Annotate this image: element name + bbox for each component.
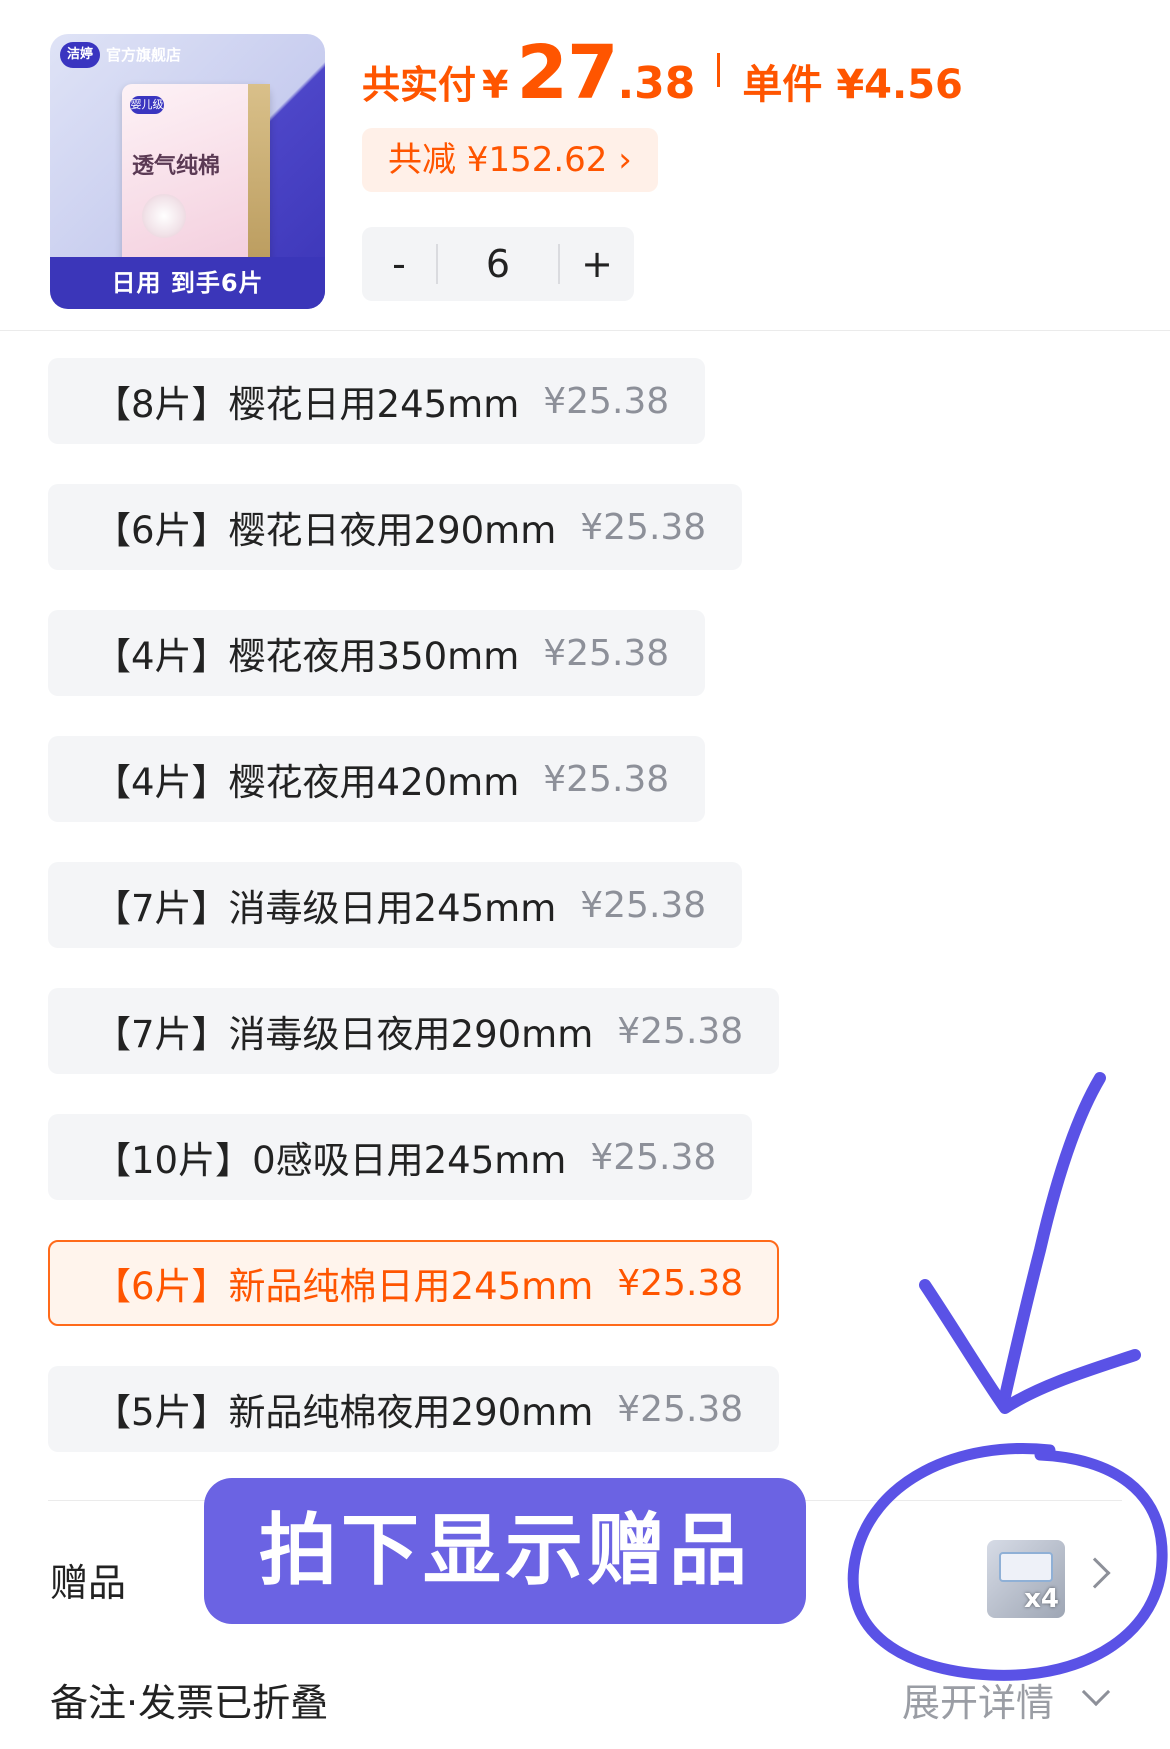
- gift-label: 赠品: [50, 1561, 127, 1605]
- spec-option-name: 【7片】消毒级日夜用290mm: [94, 1013, 594, 1056]
- spec-option[interactable]: 【5片】新品纯棉夜用290mm ¥25.38: [48, 1366, 780, 1452]
- spec-option-name: 【6片】樱花日夜用290mm: [94, 509, 557, 552]
- price-divider: [717, 53, 721, 87]
- quantity-value[interactable]: 6: [438, 242, 558, 286]
- package-badge: 婴儿级: [130, 96, 164, 114]
- spec-option[interactable]: 【4片】樱花夜用420mm ¥25.38: [48, 736, 706, 822]
- spec-option[interactable]: 【8片】樱花日用245mm ¥25.38: [48, 358, 706, 444]
- gift-package-image: [999, 1552, 1053, 1582]
- annotation-arrow-head: [919, 1279, 1141, 1414]
- chevron-down-icon[interactable]: [1081, 1677, 1111, 1707]
- spec-option-price: ¥25.38: [617, 1388, 744, 1430]
- spec-option-name: 【4片】樱花夜用420mm: [94, 761, 520, 804]
- spec-option-price: ¥25.38: [617, 1262, 744, 1304]
- spec-option-price: ¥25.38: [580, 506, 707, 548]
- product-thumbnail[interactable]: 洁婷 官方旗舰店 婴儿级 透气纯棉 日用 到手6片: [50, 34, 325, 309]
- package-title: 透气纯棉: [132, 154, 221, 179]
- remarks-invoice-label: 备注·发票已折叠: [50, 1681, 329, 1725]
- quantity-stepper: - 6 +: [362, 227, 634, 301]
- spec-option-price: ¥25.38: [543, 632, 670, 674]
- increment-button[interactable]: +: [560, 242, 634, 286]
- total-price-integer: 27: [516, 30, 618, 116]
- total-label: 共实付: [362, 63, 477, 107]
- currency-symbol: ¥: [482, 63, 509, 107]
- spec-option[interactable]: 【4片】樱花夜用350mm ¥25.38: [48, 610, 706, 696]
- annotation-arrow-shaft: [997, 1072, 1106, 1411]
- cotton-flower-icon: [142, 194, 186, 238]
- gift-thumbnail[interactable]: x4: [987, 1540, 1065, 1618]
- brand-logo: 洁婷: [60, 42, 100, 68]
- spec-option-name: 【8片】樱花日用245mm: [94, 383, 520, 426]
- spec-option[interactable]: 【10片】0感吸日用245mm ¥25.38: [48, 1114, 753, 1200]
- spec-option[interactable]: 【7片】消毒级日用245mm ¥25.38: [48, 862, 743, 948]
- package-gold-stripe: [248, 84, 270, 276]
- spec-option-price: ¥25.38: [580, 884, 707, 926]
- store-name: 官方旗舰店: [106, 46, 182, 64]
- spec-option-price: ¥25.38: [543, 380, 670, 422]
- chevron-right-icon[interactable]: [1079, 1557, 1111, 1589]
- discount-tag[interactable]: 共减 ¥152.62 ›: [362, 128, 658, 192]
- total-price-decimal: .38: [617, 58, 696, 109]
- spec-option-name: 【6片】新品纯棉日用245mm: [94, 1265, 594, 1308]
- unit-price: 单件 ¥4.56: [742, 62, 963, 108]
- spec-option-name: 【7片】消毒级日用245mm: [94, 887, 557, 930]
- spec-option[interactable]: 【6片】樱花日夜用290mm ¥25.38: [48, 484, 743, 570]
- product-package-image: 婴儿级 透气纯棉: [122, 84, 270, 276]
- spec-option-selected[interactable]: 【6片】新品纯棉日用245mm ¥25.38: [48, 1240, 780, 1326]
- header-divider: [0, 330, 1170, 331]
- spec-option[interactable]: 【7片】消毒级日夜用290mm ¥25.38: [48, 988, 780, 1074]
- decrement-button[interactable]: -: [362, 242, 436, 286]
- spec-option-name: 【4片】樱花夜用350mm: [94, 635, 520, 678]
- gift-notice-banner: 拍下显示赠品: [204, 1478, 806, 1624]
- price-summary: 共实付 ¥ 27 .38 单件 ¥4.56: [362, 30, 963, 116]
- gift-count: x4: [1024, 1584, 1059, 1614]
- spec-option-price: ¥25.38: [617, 1010, 744, 1052]
- spec-option-name: 【5片】新品纯棉夜用290mm: [94, 1391, 594, 1434]
- spec-option-price: ¥25.38: [590, 1136, 717, 1178]
- product-caption: 日用 到手6片: [50, 257, 325, 309]
- spec-option-name: 【10片】0感吸日用245mm: [94, 1139, 567, 1182]
- expand-details-link[interactable]: 展开详情: [902, 1672, 1054, 1727]
- spec-option-price: ¥25.38: [543, 758, 670, 800]
